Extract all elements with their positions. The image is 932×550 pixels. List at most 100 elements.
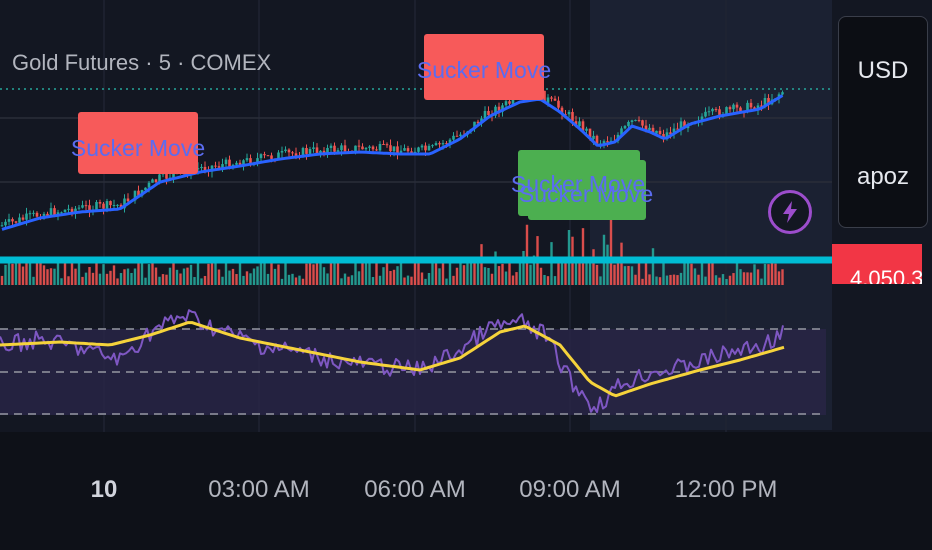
- candle-body: [368, 146, 371, 148]
- volume-bar: [749, 272, 753, 285]
- lightning-bolt-icon: [783, 201, 797, 223]
- volume-bar: [704, 276, 707, 285]
- volume-bar: [725, 278, 728, 285]
- volume-bar: [361, 262, 364, 285]
- lightning-bolt-button[interactable]: [768, 190, 812, 234]
- volume-bar: [371, 276, 375, 285]
- volume-bar: [462, 265, 466, 285]
- candle-body: [571, 111, 574, 122]
- volume-bar: [529, 264, 532, 285]
- candle-body: [315, 147, 319, 154]
- volume-bar: [67, 276, 70, 285]
- volume-bar: [109, 270, 112, 285]
- volume-bar: [98, 273, 102, 285]
- volume-bar: [350, 275, 354, 285]
- volume-bar: [193, 277, 196, 285]
- candle-body: [305, 147, 308, 154]
- volume-bar: [284, 262, 287, 285]
- volume-bar: [18, 261, 21, 285]
- price-chart[interactable]: Sucker Move Sucker Move Sucker Move Suck…: [0, 0, 932, 550]
- last-price-value: 4,050.3: [850, 266, 922, 284]
- candle-body: [308, 149, 312, 154]
- volume-bar: [144, 277, 147, 285]
- volume-bar: [641, 278, 644, 285]
- volume-bar: [473, 261, 476, 285]
- candle-body: [749, 102, 753, 108]
- candle-body: [28, 213, 32, 215]
- candle-body: [154, 179, 158, 182]
- volume-bar: [294, 277, 298, 285]
- candle-body: [403, 148, 406, 151]
- candle-body: [7, 219, 11, 222]
- volume-bar: [686, 262, 690, 285]
- volume-bar: [497, 266, 501, 285]
- candle-body: [487, 111, 490, 116]
- volume-bar: [634, 274, 637, 285]
- volume-bar: [207, 263, 210, 285]
- candle-body: [329, 145, 333, 148]
- volume-bar: [116, 278, 119, 285]
- volume-bar: [340, 278, 343, 285]
- candle-body: [420, 145, 424, 148]
- volume-bar: [84, 272, 88, 285]
- sell-signal-label-2: Sucker Move: [417, 34, 551, 100]
- volume-bar: [763, 263, 767, 285]
- volume-bar: [273, 268, 277, 285]
- volume-bar: [550, 242, 553, 285]
- volume-bar: [42, 265, 46, 285]
- candle-body: [385, 144, 389, 146]
- candle-body: [126, 198, 130, 202]
- currency-unit-panel[interactable]: USD apoz: [838, 16, 928, 228]
- volume-bar: [224, 259, 228, 285]
- time-tick-label: 10: [90, 476, 118, 503]
- candle-body: [112, 205, 116, 207]
- volume-bar: [620, 242, 623, 285]
- candle-body: [427, 145, 431, 151]
- volume-bar: [179, 273, 182, 285]
- candle-body: [725, 107, 728, 115]
- volume-bar: [774, 263, 777, 285]
- candle-body: [378, 144, 382, 151]
- volume-bar: [105, 273, 109, 285]
- buy-signal-label: Sucker Move Sucker Move: [511, 150, 653, 220]
- volume-bar: [592, 249, 595, 285]
- volume-bar: [539, 267, 543, 285]
- time-tick-label: 12:00 PM: [674, 476, 778, 503]
- volume-bar: [123, 269, 126, 285]
- candle-body: [508, 101, 511, 104]
- volume-bar: [574, 262, 578, 285]
- volume-bar: [679, 272, 683, 285]
- volume-bar: [672, 274, 676, 285]
- volume-bar: [112, 265, 116, 285]
- volume-bar: [595, 264, 599, 285]
- candle-body: [263, 154, 266, 156]
- volume-bar: [413, 260, 417, 285]
- volume-bar: [392, 269, 396, 285]
- volume-bar: [81, 276, 84, 285]
- sell-signal-text-2: Sucker Move: [417, 57, 551, 83]
- candle-body: [357, 145, 361, 147]
- volume-bar: [494, 251, 497, 285]
- volume-bar: [753, 264, 756, 285]
- candle-body: [364, 147, 368, 150]
- candle-body: [32, 212, 35, 214]
- volume-bar: [732, 273, 735, 285]
- volume-bar: [511, 275, 515, 285]
- volume-bar: [714, 275, 718, 285]
- unit-label: apoz: [856, 163, 910, 190]
- candle-body: [259, 154, 263, 159]
- volume-bar: [287, 274, 291, 285]
- volume-bar: [186, 267, 189, 285]
- candle-body: [627, 121, 630, 127]
- volume-bar: [777, 271, 781, 285]
- symbol-title[interactable]: Gold Futures · 5 · COMEX: [12, 50, 271, 76]
- candle-body: [343, 145, 347, 152]
- volume-bar: [424, 278, 427, 285]
- candle-body: [438, 143, 441, 145]
- candle-body: [455, 135, 459, 137]
- volume-bar: [189, 264, 193, 285]
- candle-body: [4, 221, 7, 226]
- volume-bar: [781, 269, 784, 285]
- volume-bar: [410, 276, 413, 285]
- sell-signal-label-1: Sucker Move: [71, 112, 205, 174]
